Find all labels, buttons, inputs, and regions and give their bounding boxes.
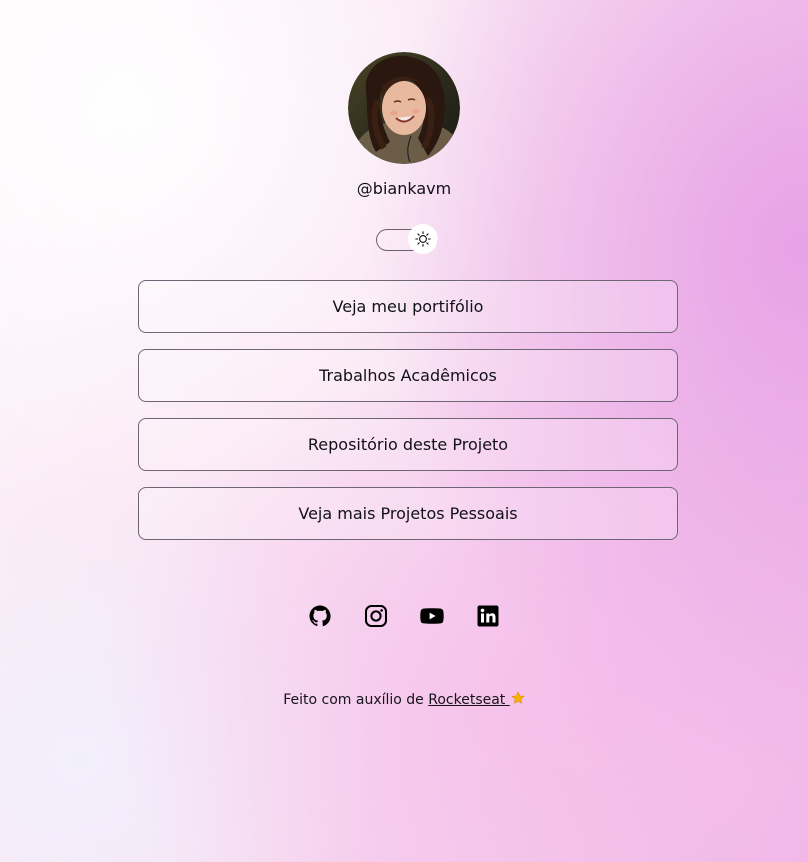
academic-works-link-button[interactable]: Trabalhos Acadêmicos (138, 349, 678, 402)
star-icon (511, 691, 525, 704)
youtube-icon[interactable] (420, 604, 444, 628)
footer-text: Feito com auxílio de (283, 692, 424, 708)
personal-projects-link-button[interactable]: Veja mais Projetos Pessoais (138, 487, 678, 540)
footer: Feito com auxílio de Rocketseat (0, 691, 808, 709)
linkedin-icon[interactable] (476, 604, 500, 628)
portfolio-link-button[interactable]: Veja meu portifólio (138, 280, 678, 333)
rocketseat-link-label: Rocketseat (428, 692, 506, 708)
profile-section: @biankavm (0, 52, 808, 199)
sun-icon (415, 231, 431, 247)
instagram-icon[interactable] (364, 604, 388, 628)
page: @biankavm Veja meu portifólio Trabalhos … (0, 0, 808, 862)
avatar (348, 52, 460, 164)
github-icon[interactable] (308, 604, 332, 628)
project-repository-link-button[interactable]: Repositório deste Projeto (138, 418, 678, 471)
profile-handle: @biankavm (356, 179, 452, 198)
rocketseat-link[interactable]: Rocketseat (428, 692, 510, 708)
links-list: Veja meu portifólio Trabalhos Acadêmicos… (138, 280, 678, 556)
social-links (0, 604, 808, 628)
theme-toggle[interactable] (376, 224, 438, 254)
toggle-knob[interactable] (408, 224, 438, 254)
